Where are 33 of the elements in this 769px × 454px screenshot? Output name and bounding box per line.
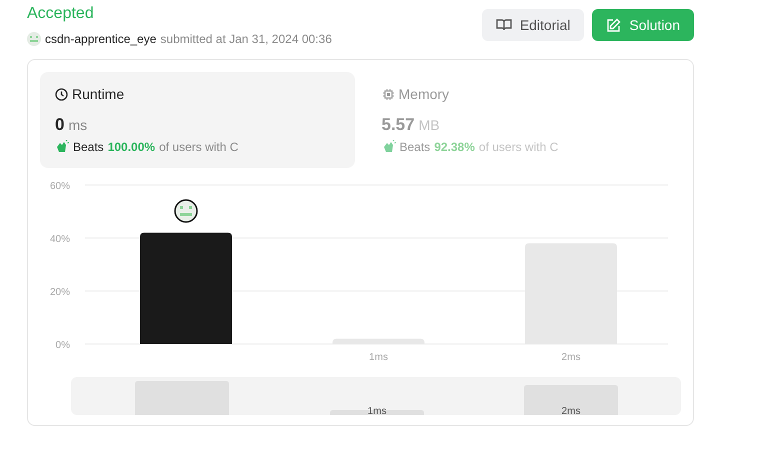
editorial-button[interactable]: Editorial <box>482 9 584 41</box>
beats-percent: 100.00% <box>108 140 156 154</box>
range-navigator[interactable]: 1ms 2ms <box>71 377 681 415</box>
beats-label: Beats <box>400 140 430 154</box>
beats-description: of users with C <box>159 140 238 154</box>
book-icon <box>496 18 512 32</box>
edit-icon <box>606 18 622 32</box>
beats-description: of users with C <box>478 140 558 154</box>
status-title: Accepted <box>27 4 95 24</box>
metric-title: Memory <box>398 86 450 102</box>
clock-icon <box>55 88 68 100</box>
axis-category-label: 2ms <box>562 352 580 363</box>
axis-tick-label: 20% <box>50 287 70 298</box>
chip-icon <box>382 88 394 100</box>
navigator-label: 1ms <box>368 406 386 415</box>
metric-value: 0 <box>55 115 64 135</box>
histogram-bar[interactable] <box>140 232 232 344</box>
metric-unit: ms <box>68 117 88 133</box>
metric-value: 5.57 <box>382 115 415 135</box>
axis-category-label: 1ms <box>369 352 388 363</box>
metric-unit: MB <box>418 117 440 133</box>
submission-time: submitted at Jan 31, 2024 00:36 <box>160 32 332 46</box>
axis-tick-label: 0% <box>56 340 70 351</box>
beats-label: Beats <box>73 140 104 154</box>
metric-title: Runtime <box>72 86 124 102</box>
axis-tick-label: 40% <box>50 234 70 245</box>
avatar-marker-icon <box>174 199 198 223</box>
beats-percent: 92.38% <box>434 140 475 154</box>
username[interactable]: csdn-apprentice_eye <box>45 32 156 46</box>
avatar-icon <box>27 32 41 46</box>
runtime-panel[interactable]: Runtime 0 ms Beats 100.00% of users with C <box>40 72 354 168</box>
axis-tick-label: 60% <box>50 181 70 192</box>
navigator-label: 2ms <box>562 406 580 415</box>
